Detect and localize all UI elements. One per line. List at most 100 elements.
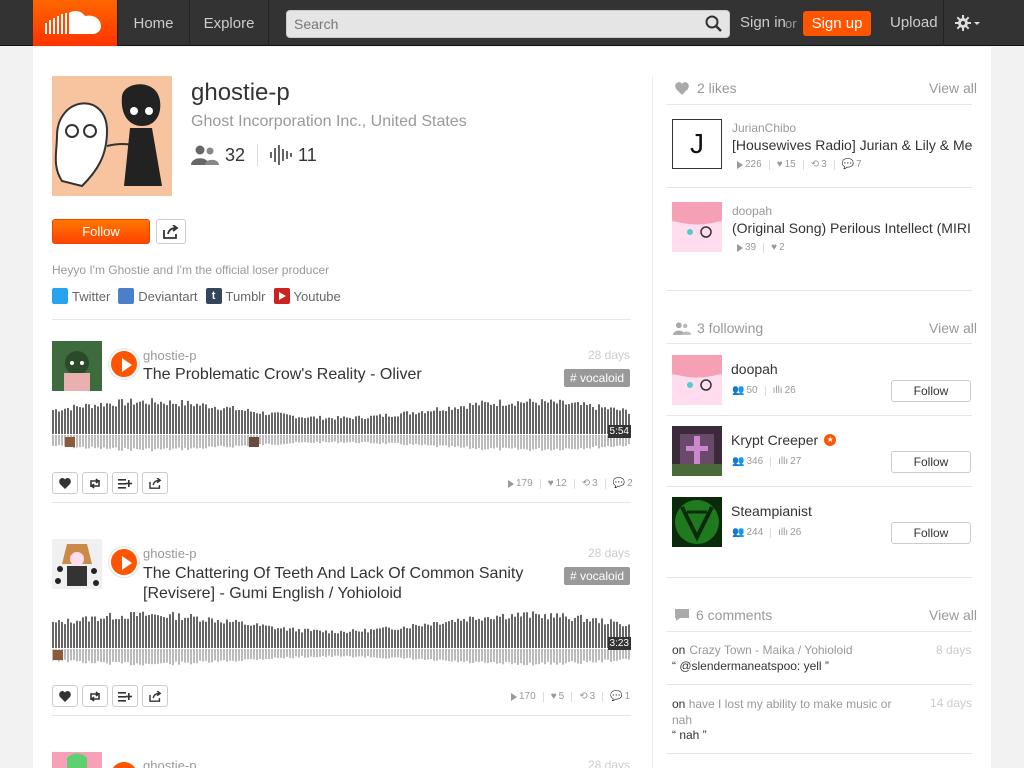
waveform-bar: [247, 625, 249, 648]
follow-user-button[interactable]: Follow: [891, 451, 971, 473]
track-artwork[interactable]: [672, 202, 722, 252]
liked-track-title[interactable]: [Housewives Radio] Jurian & Lily & Me...: [732, 137, 972, 153]
waveform-bar: [583, 402, 585, 434]
waveform-bar: [202, 403, 204, 434]
nav-home[interactable]: Home: [117, 0, 189, 46]
likes-header[interactable]: 2 likes: [675, 80, 737, 96]
liked-track-user[interactable]: JurianChibo: [732, 121, 796, 135]
search-input[interactable]: [287, 11, 729, 37]
waveform-bar: [214, 622, 216, 648]
track-artwork[interactable]: J: [672, 119, 722, 169]
waveform[interactable]: 3:23: [52, 610, 631, 668]
search-icon[interactable]: [705, 15, 723, 38]
play-button[interactable]: [109, 349, 139, 379]
waveform-bar: [421, 626, 423, 648]
user-avatar[interactable]: [672, 497, 722, 547]
waveform-bar: [478, 405, 480, 434]
share-button[interactable]: [156, 219, 186, 244]
plays-count: 226: [745, 159, 762, 170]
share-button[interactable]: [142, 685, 168, 707]
waveform-bar-reflection: [157, 649, 159, 664]
soundcloud-logo[interactable]: [33, 0, 117, 46]
track-user[interactable]: ghostie-p: [143, 546, 196, 561]
waveform-bar: [376, 415, 378, 434]
track-artwork[interactable]: [52, 539, 102, 589]
waveform-bar: [232, 621, 234, 648]
follow-user-button[interactable]: Follow: [891, 522, 971, 544]
waveform-bar-reflection: [526, 435, 528, 450]
followers-count: 50: [746, 385, 758, 396]
track-tag[interactable]: # vocaloid: [564, 567, 631, 585]
waveform-bar: [502, 613, 504, 648]
waveform-bar: [346, 417, 348, 434]
comment-track-link[interactable]: nah: [672, 713, 692, 727]
track-date: 28 days: [588, 758, 631, 768]
like-button[interactable]: [52, 685, 78, 707]
track-title[interactable]: The Chattering Of Teeth And Lack Of Comm…: [143, 564, 523, 604]
waveform-bar: [331, 418, 333, 434]
waveform-bar-reflection: [310, 435, 312, 443]
share-button[interactable]: [142, 472, 168, 494]
waveform-bar: [397, 416, 399, 434]
waveform-bar-reflection: [409, 649, 411, 658]
waveform-bar: [439, 624, 441, 648]
play-button[interactable]: [109, 547, 139, 577]
waveform-bar-reflection: [481, 649, 483, 662]
comments-header[interactable]: 6 comments: [674, 607, 772, 623]
comment-avatar[interactable]: [53, 650, 63, 660]
waveform-bar-reflection: [427, 649, 429, 660]
comment-track-link[interactable]: have I lost my ability to make music or: [689, 697, 892, 711]
comment-avatar[interactable]: [249, 437, 259, 447]
waveform-bar-reflection: [178, 435, 180, 448]
twitter-link[interactable]: Twitter: [52, 288, 110, 304]
follow-user-button[interactable]: Follow: [891, 380, 971, 402]
waveform-bar: [355, 630, 357, 648]
upload-link[interactable]: Upload: [890, 14, 938, 31]
waveform-bar: [361, 418, 363, 434]
track-user[interactable]: ghostie-p: [143, 348, 196, 363]
following-view-all[interactable]: View all: [929, 320, 977, 336]
waveform-bar-reflection: [76, 649, 78, 662]
follow-button[interactable]: Follow: [52, 219, 150, 244]
comments-view-all[interactable]: View all: [929, 607, 977, 623]
play-button[interactable]: [109, 760, 139, 768]
nav-explore[interactable]: Explore: [189, 0, 269, 46]
liked-track-user[interactable]: doopah: [732, 204, 772, 218]
add-to-playlist-button[interactable]: [112, 472, 138, 494]
like-button[interactable]: [52, 472, 78, 494]
youtube-link[interactable]: Youtube: [273, 288, 341, 304]
tumblr-link[interactable]: t Tumblr: [205, 288, 266, 304]
settings-menu-button[interactable]: [943, 0, 991, 46]
track-artwork[interactable]: [52, 752, 102, 768]
following-user-name[interactable]: doopah: [731, 361, 778, 377]
waveform-bar: [139, 401, 141, 434]
likes-view-all[interactable]: View all: [929, 80, 977, 96]
track-tag[interactable]: # vocaloid: [564, 369, 631, 387]
sign-up-button[interactable]: Sign up: [803, 11, 871, 36]
comment-track-link[interactable]: Crazy Town - Maika / Yohioloid: [689, 643, 852, 657]
user-avatar[interactable]: [672, 355, 722, 405]
waveform-bar-reflection: [610, 649, 612, 662]
user-avatar[interactable]: [672, 426, 722, 476]
waveform-bar-reflection: [400, 435, 402, 445]
repost-button[interactable]: [82, 685, 108, 707]
repost-button[interactable]: [82, 472, 108, 494]
comment-avatar[interactable]: [65, 437, 75, 447]
liked-track-title[interactable]: (Original Song) Perilous Intellect (MIRI…: [732, 220, 972, 236]
waveform-bar: [466, 408, 468, 434]
sign-in-link[interactable]: Sign in: [740, 14, 786, 31]
following-user-name[interactable]: Steampianist: [731, 503, 812, 519]
following-user-name[interactable]: Krypt Creeper: [731, 432, 818, 448]
waveform-bar: [286, 630, 288, 648]
track-user[interactable]: ghostie-p: [143, 758, 196, 768]
following-header[interactable]: 3 following: [673, 320, 763, 336]
waveform[interactable]: 5:54: [52, 397, 631, 455]
waveform-bar-reflection: [52, 435, 54, 446]
track-artwork[interactable]: [52, 341, 102, 391]
comment-icon: 💬: [841, 159, 855, 170]
waveform-bar: [157, 404, 159, 434]
add-to-playlist-button[interactable]: [112, 685, 138, 707]
waveform-bar-reflection: [226, 649, 228, 662]
deviantart-link[interactable]: Deviantart: [118, 288, 198, 304]
track-title[interactable]: The Problematic Crow's Reality - Oliver: [143, 366, 422, 384]
